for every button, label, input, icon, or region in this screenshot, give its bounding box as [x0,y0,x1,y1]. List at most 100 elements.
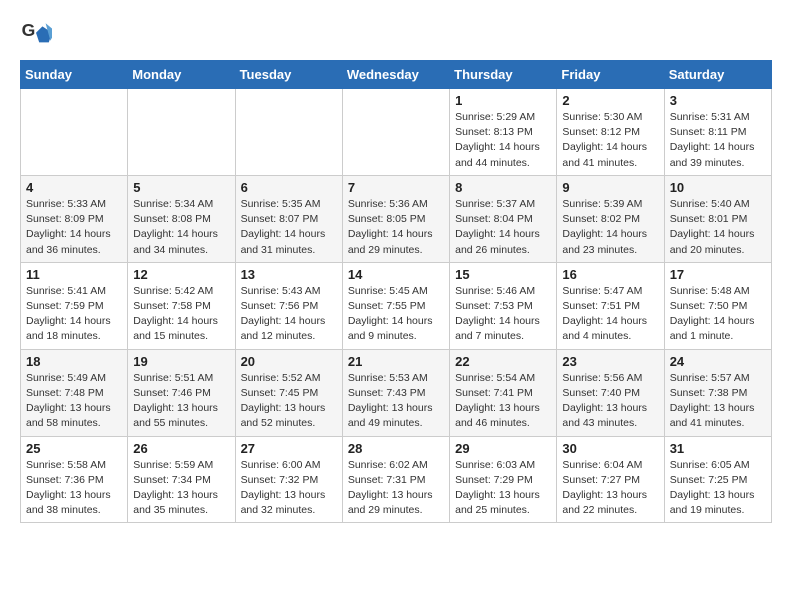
day-number: 21 [348,354,444,369]
calendar-cell: 5 Sunrise: 5:34 AM Sunset: 8:08 PM Daylig… [128,175,235,262]
day-info: Sunrise: 6:00 AM Sunset: 7:32 PM Dayligh… [241,458,337,519]
calendar-cell: 12Sunrise: 5:42 AM Sunset: 7:58 PM Dayli… [128,262,235,349]
weekday-header-tuesday: Tuesday [235,61,342,89]
day-info: Sunrise: 5:40 AM Sunset: 8:01 PM Dayligh… [670,197,766,258]
day-number: 31 [670,441,766,456]
calendar-cell: 18Sunrise: 5:49 AM Sunset: 7:48 PM Dayli… [21,349,128,436]
day-info: Sunrise: 6:05 AM Sunset: 7:25 PM Dayligh… [670,458,766,519]
day-number: 4 [26,180,122,195]
day-number: 17 [670,267,766,282]
day-number: 20 [241,354,337,369]
day-info: Sunrise: 5:29 AM Sunset: 8:13 PM Dayligh… [455,110,551,171]
day-number: 25 [26,441,122,456]
day-info: Sunrise: 5:45 AM Sunset: 7:55 PM Dayligh… [348,284,444,345]
day-info: Sunrise: 5:52 AM Sunset: 7:45 PM Dayligh… [241,371,337,432]
day-number: 2 [562,93,658,108]
calendar-week-row: 25 Sunrise: 5:58 AM Sunset: 7:36 PM Dayli… [21,436,772,523]
calendar-cell: 21 Sunrise: 5:53 AM Sunset: 7:43 PM Dayli… [342,349,449,436]
day-info: Sunrise: 5:59 AM Sunset: 7:34 PM Dayligh… [133,458,229,519]
page-header: G [20,20,772,52]
svg-text:G: G [22,20,36,40]
calendar-cell: 30Sunrise: 6:04 AM Sunset: 7:27 PM Dayli… [557,436,664,523]
day-info: Sunrise: 5:46 AM Sunset: 7:53 PM Dayligh… [455,284,551,345]
day-number: 24 [670,354,766,369]
weekday-header-monday: Monday [128,61,235,89]
day-number: 19 [133,354,229,369]
calendar-week-row: 18Sunrise: 5:49 AM Sunset: 7:48 PM Dayli… [21,349,772,436]
day-info: Sunrise: 5:43 AM Sunset: 7:56 PM Dayligh… [241,284,337,345]
day-number: 15 [455,267,551,282]
calendar-cell: 8 Sunrise: 5:37 AM Sunset: 8:04 PM Daylig… [450,175,557,262]
calendar-cell: 6 Sunrise: 5:35 AM Sunset: 8:07 PM Daylig… [235,175,342,262]
day-info: Sunrise: 5:35 AM Sunset: 8:07 PM Dayligh… [241,197,337,258]
day-info: Sunrise: 5:34 AM Sunset: 8:08 PM Dayligh… [133,197,229,258]
day-number: 7 [348,180,444,195]
logo: G [20,20,56,52]
calendar-cell: 22 Sunrise: 5:54 AM Sunset: 7:41 PM Dayli… [450,349,557,436]
calendar-cell [235,89,342,176]
day-info: Sunrise: 5:51 AM Sunset: 7:46 PM Dayligh… [133,371,229,432]
calendar-cell: 9Sunrise: 5:39 AM Sunset: 8:02 PM Daylig… [557,175,664,262]
calendar-cell: 4 Sunrise: 5:33 AM Sunset: 8:09 PM Daylig… [21,175,128,262]
calendar-week-row: 1 Sunrise: 5:29 AM Sunset: 8:13 PM Daylig… [21,89,772,176]
calendar-cell: 20 Sunrise: 5:52 AM Sunset: 7:45 PM Dayli… [235,349,342,436]
day-info: Sunrise: 5:33 AM Sunset: 8:09 PM Dayligh… [26,197,122,258]
day-info: Sunrise: 5:57 AM Sunset: 7:38 PM Dayligh… [670,371,766,432]
day-info: Sunrise: 5:31 AM Sunset: 8:11 PM Dayligh… [670,110,766,171]
calendar-cell: 10 Sunrise: 5:40 AM Sunset: 8:01 PM Dayli… [664,175,771,262]
calendar-cell: 11Sunrise: 5:41 AM Sunset: 7:59 PM Dayli… [21,262,128,349]
calendar-cell: 27Sunrise: 6:00 AM Sunset: 7:32 PM Dayli… [235,436,342,523]
calendar-cell: 24 Sunrise: 5:57 AM Sunset: 7:38 PM Dayli… [664,349,771,436]
calendar-cell [21,89,128,176]
day-number: 18 [26,354,122,369]
day-number: 6 [241,180,337,195]
weekday-header-thursday: Thursday [450,61,557,89]
day-number: 10 [670,180,766,195]
day-info: Sunrise: 5:58 AM Sunset: 7:36 PM Dayligh… [26,458,122,519]
calendar-cell: 25 Sunrise: 5:58 AM Sunset: 7:36 PM Dayli… [21,436,128,523]
calendar-cell: 26 Sunrise: 5:59 AM Sunset: 7:34 PM Dayli… [128,436,235,523]
day-info: Sunrise: 6:02 AM Sunset: 7:31 PM Dayligh… [348,458,444,519]
day-info: Sunrise: 5:47 AM Sunset: 7:51 PM Dayligh… [562,284,658,345]
calendar-cell: 31 Sunrise: 6:05 AM Sunset: 7:25 PM Dayli… [664,436,771,523]
weekday-header-saturday: Saturday [664,61,771,89]
day-number: 11 [26,267,122,282]
day-number: 22 [455,354,551,369]
calendar-cell [128,89,235,176]
calendar-cell: 13 Sunrise: 5:43 AM Sunset: 7:56 PM Dayli… [235,262,342,349]
day-info: Sunrise: 6:04 AM Sunset: 7:27 PM Dayligh… [562,458,658,519]
day-number: 12 [133,267,229,282]
day-info: Sunrise: 5:37 AM Sunset: 8:04 PM Dayligh… [455,197,551,258]
day-info: Sunrise: 5:56 AM Sunset: 7:40 PM Dayligh… [562,371,658,432]
day-number: 8 [455,180,551,195]
day-info: Sunrise: 6:03 AM Sunset: 7:29 PM Dayligh… [455,458,551,519]
calendar-cell: 2 Sunrise: 5:30 AM Sunset: 8:12 PM Daylig… [557,89,664,176]
calendar-cell: 3 Sunrise: 5:31 AM Sunset: 8:11 PM Daylig… [664,89,771,176]
calendar-cell: 19 Sunrise: 5:51 AM Sunset: 7:46 PM Dayli… [128,349,235,436]
day-number: 16 [562,267,658,282]
day-number: 5 [133,180,229,195]
weekday-header-sunday: Sunday [21,61,128,89]
day-info: Sunrise: 5:53 AM Sunset: 7:43 PM Dayligh… [348,371,444,432]
calendar-cell: 28 Sunrise: 6:02 AM Sunset: 7:31 PM Dayli… [342,436,449,523]
calendar-table: SundayMondayTuesdayWednesdayThursdayFrid… [20,60,772,523]
day-number: 28 [348,441,444,456]
day-number: 1 [455,93,551,108]
day-number: 26 [133,441,229,456]
day-number: 29 [455,441,551,456]
weekday-header-wednesday: Wednesday [342,61,449,89]
day-number: 13 [241,267,337,282]
day-info: Sunrise: 5:36 AM Sunset: 8:05 PM Dayligh… [348,197,444,258]
day-number: 14 [348,267,444,282]
calendar-cell: 1 Sunrise: 5:29 AM Sunset: 8:13 PM Daylig… [450,89,557,176]
day-info: Sunrise: 5:54 AM Sunset: 7:41 PM Dayligh… [455,371,551,432]
logo-icon: G [20,20,52,52]
day-number: 3 [670,93,766,108]
day-info: Sunrise: 5:30 AM Sunset: 8:12 PM Dayligh… [562,110,658,171]
weekday-header-row: SundayMondayTuesdayWednesdayThursdayFrid… [21,61,772,89]
calendar-cell: 17Sunrise: 5:48 AM Sunset: 7:50 PM Dayli… [664,262,771,349]
calendar-cell: 16 Sunrise: 5:47 AM Sunset: 7:51 PM Dayli… [557,262,664,349]
calendar-week-row: 11Sunrise: 5:41 AM Sunset: 7:59 PM Dayli… [21,262,772,349]
calendar-cell: 15 Sunrise: 5:46 AM Sunset: 7:53 PM Dayli… [450,262,557,349]
day-number: 9 [562,180,658,195]
